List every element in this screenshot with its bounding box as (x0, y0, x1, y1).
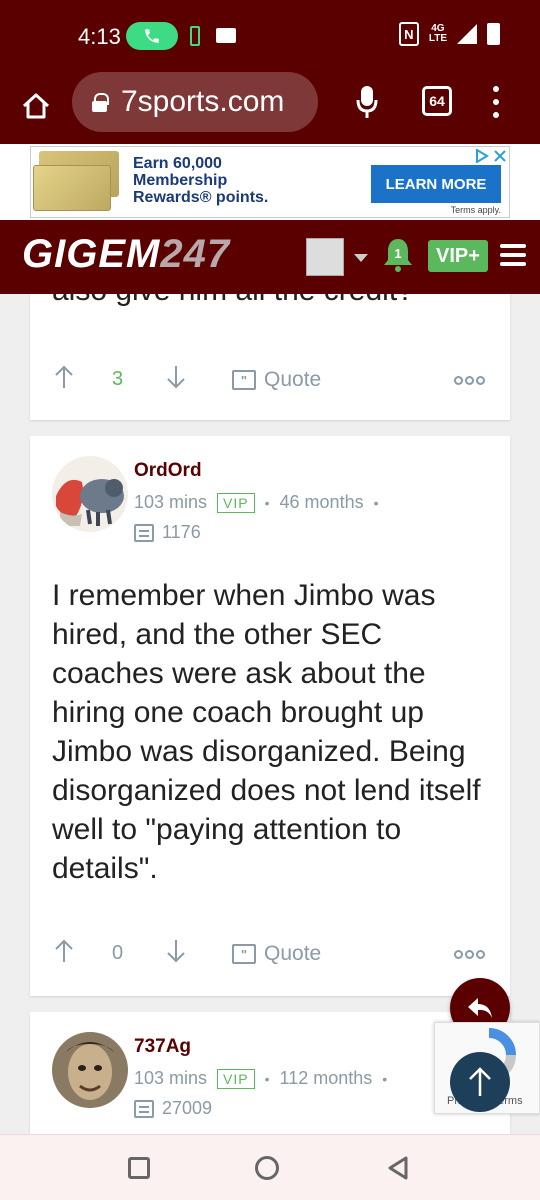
reply-icon (468, 998, 492, 1018)
home-icon[interactable] (20, 90, 52, 122)
ad-headline: Earn 60,000 Membership Rewards® points. (133, 155, 269, 206)
tab-switcher-button[interactable]: 64 (422, 86, 452, 116)
back-button[interactable] (386, 1156, 410, 1180)
status-time: 4:13 (78, 24, 121, 49)
notification-count: 1 (394, 246, 401, 261)
close-ad-icon (494, 150, 506, 162)
signal-icon (457, 24, 477, 44)
network-type: 4G LTE (428, 23, 447, 44)
battery-saver-icon (190, 26, 200, 46)
post-actions: 3 " Quote (30, 362, 510, 402)
quote-button[interactable]: " Quote (232, 368, 321, 392)
site-header: GIGEM247 1 VIP+ (0, 220, 540, 294)
arrow-up-icon (469, 1067, 491, 1096)
vote-count: 3 (112, 368, 124, 390)
post-body: I remember when Jimbo was hired, and the… (52, 579, 481, 885)
avatar[interactable] (52, 1032, 128, 1108)
member-tenure: 46 months (279, 492, 364, 512)
microphone-icon[interactable] (356, 84, 378, 120)
vip-plus-button[interactable]: VIP+ (428, 240, 488, 272)
more-options-icon[interactable] (454, 376, 485, 385)
post-actions: 0 " Quote (30, 936, 510, 976)
nfc-icon: N (398, 22, 419, 46)
scroll-to-top-button[interactable] (450, 1052, 510, 1112)
address-bar[interactable]: 7sports.com (72, 72, 318, 132)
lock-icon (92, 93, 109, 112)
post-count: 1176 (134, 522, 201, 543)
amex-card-image (33, 151, 119, 213)
more-options-icon[interactable] (454, 950, 485, 959)
post-count: 27009 (134, 1098, 212, 1119)
post-meta: 103 mins VIP • 46 months • (134, 492, 379, 513)
last-seen: 103 mins (134, 1068, 208, 1088)
ad-terms: Terms apply. (450, 205, 501, 215)
system-navigation-bar (0, 1134, 540, 1200)
home-button[interactable] (255, 1156, 279, 1180)
comment-icon (134, 523, 154, 542)
battery-icon (487, 23, 500, 45)
notification-bell-icon[interactable]: 1 (382, 236, 414, 274)
browser-menu-icon[interactable] (492, 86, 500, 118)
ad-banner[interactable]: Earn 60,000 Membership Rewards® points. … (30, 146, 510, 218)
quote-icon: " (232, 370, 256, 390)
upvote-icon[interactable] (54, 938, 74, 964)
hamburger-menu-icon[interactable] (500, 244, 526, 266)
url-text: 7sports.com (121, 85, 285, 118)
advertisement: Earn 60,000 Membership Rewards® points. … (0, 144, 540, 220)
vip-badge: VIP (217, 492, 255, 513)
vip-badge: VIP (217, 1068, 255, 1089)
post-card: OrdOrd 103 mins VIP • 46 months • 1176 I… (30, 436, 510, 996)
learn-more-button[interactable]: LEARN MORE (371, 165, 501, 203)
upvote-icon[interactable] (54, 364, 74, 390)
vote-count: 0 (112, 942, 124, 964)
username[interactable]: 737Ag (134, 1036, 191, 1058)
post-body: also give him all the credit? (52, 294, 414, 308)
avatar[interactable] (52, 456, 128, 532)
username[interactable]: OrdOrd (134, 460, 202, 482)
browser-toolbar: 7sports.com 64 (0, 72, 540, 144)
quote-icon: " (232, 944, 256, 964)
site-logo[interactable]: GIGEM247 (22, 232, 230, 277)
quote-button[interactable]: " Quote (232, 942, 321, 966)
downvote-icon[interactable] (166, 938, 186, 964)
recents-button[interactable] (128, 1157, 150, 1179)
mail-icon (216, 28, 236, 43)
downvote-icon[interactable] (166, 364, 186, 390)
ongoing-call-icon[interactable] (126, 22, 178, 50)
comment-icon (134, 1099, 154, 1118)
status-bar: 4:13 N 4G LTE (0, 0, 540, 72)
post-meta: 103 mins VIP • 112 months • (134, 1068, 388, 1089)
last-seen: 103 mins (134, 492, 208, 512)
user-avatar[interactable] (306, 238, 344, 276)
member-tenure: 112 months (279, 1068, 373, 1088)
ad-choices-icon[interactable] (475, 149, 507, 163)
chevron-down-icon[interactable] (354, 254, 368, 262)
post-card: also give him all the credit? 3 " Quote (30, 294, 510, 420)
